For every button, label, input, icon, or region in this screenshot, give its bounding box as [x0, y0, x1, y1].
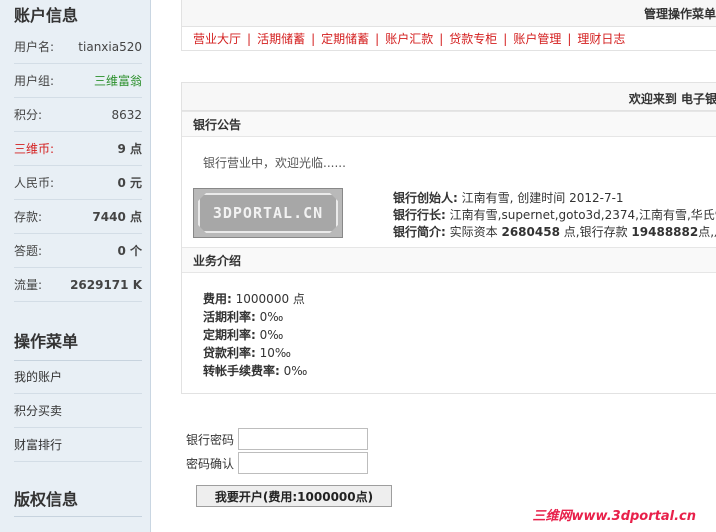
- menu-points-trade[interactable]: 积分买卖: [14, 394, 142, 428]
- top-bar: 管理操作菜单: [181, 0, 716, 27]
- rmb-row: 人民币: 0 元: [14, 166, 142, 200]
- answers-value: 0 个: [117, 244, 142, 258]
- deposit-row: 存款: 7440 点: [14, 200, 142, 234]
- president-value: 江南有雪,supernet,goto3d,2374,江南有雪,华氏91: [449, 208, 716, 222]
- nav-separator: |: [503, 31, 508, 46]
- nav-remittance[interactable]: 账户汇款: [385, 30, 433, 47]
- menu-wealth-rank[interactable]: 财富排行: [14, 428, 142, 462]
- points-value: 8632: [111, 107, 142, 122]
- nav-account-manage[interactable]: 账户管理: [513, 30, 561, 47]
- intro-label: 银行简介:: [393, 225, 446, 239]
- nav-fixed-savings[interactable]: 定期储蓄: [321, 30, 369, 47]
- password-row: 银行密码: [186, 428, 486, 450]
- main-content: 管理操作菜单 营业大厅 | 活期储蓄 | 定期储蓄 | 账户汇款 | 贷款专柜 | 账户管…: [181, 0, 716, 532]
- confirm-label: 密码确认: [186, 456, 235, 471]
- bank-info: 银行创始人: 江南有雪, 创建时间 2012-7-1 银行行长: 江南有雪,su…: [393, 190, 716, 241]
- deposits-value: 19488882: [631, 225, 699, 239]
- usergroup-row: 用户组: 三维富翁: [14, 64, 142, 98]
- password-label: 银行密码: [186, 432, 235, 447]
- business-heading: 业务介绍: [182, 247, 716, 273]
- biz-loan-rate-value: 10‰: [259, 346, 292, 360]
- founder-label: 银行创始人:: [393, 191, 458, 205]
- answers-row: 答题: 0 个: [14, 234, 142, 268]
- president-label: 银行行长:: [393, 208, 446, 222]
- rmb-value: 0 元: [117, 176, 142, 190]
- biz-fixed-rate-value: 0‰: [259, 328, 284, 342]
- top-bar-title: 管理操作菜单: [643, 7, 716, 21]
- nav-lobby[interactable]: 营业大厅: [193, 30, 241, 47]
- copyright-title: 版权信息: [14, 490, 79, 509]
- welcome-text: 欢迎来到 电子银: [628, 92, 716, 106]
- capital-value: 2680458: [501, 225, 560, 239]
- usergroup-label: 用户组:: [14, 74, 55, 88]
- biz-fixed-rate: 定期利率: 0‰: [203, 326, 307, 344]
- nav-separator: |: [375, 31, 380, 46]
- biz-demand-rate: 活期利率: 0‰: [203, 308, 307, 326]
- announcement-heading: 银行公告: [182, 111, 716, 137]
- copyright-divider: [14, 516, 142, 517]
- president-line: 银行行长: 江南有雪,supernet,goto3d,2374,江南有雪,华氏9…: [393, 207, 716, 224]
- biz-demand-rate-value: 0‰: [259, 310, 284, 324]
- confirm-row: 密码确认: [186, 452, 486, 474]
- traffic-row: 流量: 2629171 K: [14, 268, 142, 302]
- biz-fee-label: 费用:: [203, 292, 232, 306]
- traffic-label: 流量:: [14, 278, 43, 292]
- biz-loan-rate: 贷款利率: 10‰: [203, 344, 307, 362]
- biz-fixed-rate-label: 定期利率:: [203, 328, 256, 342]
- traffic-value: 2629171 K: [70, 277, 142, 292]
- bank-panel: 欢迎来到 电子银 银行公告 银行营业中，欢迎光临...... 3DPORTAL.…: [181, 82, 716, 394]
- intro-prefix: 实际资本: [449, 225, 498, 239]
- deposit-label: 存款:: [14, 210, 43, 224]
- nav-demand-savings[interactable]: 活期储蓄: [257, 30, 305, 47]
- open-account-button[interactable]: 我要开户(费用:1000000点): [196, 485, 392, 507]
- answers-label: 答题:: [14, 244, 43, 258]
- deposit-value: 7440 点: [92, 210, 142, 224]
- menu-title: 操作菜单: [14, 332, 79, 351]
- biz-fee: 费用: 1000000 点: [203, 290, 307, 308]
- username-value: tianxia520: [78, 39, 142, 54]
- account-info-title: 账户信息: [14, 6, 79, 25]
- sidebar: 账户信息 用户名: tianxia520 用户组: 三维富翁 积分: 8632 …: [0, 0, 151, 532]
- business-list: 费用: 1000000 点 活期利率: 0‰ 定期利率: 0‰ 贷款利率: 10…: [203, 290, 307, 380]
- biz-transfer-fee-value: 0‰: [283, 364, 308, 378]
- rmb-label: 人民币:: [14, 176, 55, 190]
- nav-bar: 营业大厅 | 活期储蓄 | 定期储蓄 | 账户汇款 | 贷款专柜 | 账户管理 | 理财日志: [181, 27, 716, 51]
- usergroup-value: 三维富翁: [93, 74, 142, 88]
- biz-loan-rate-label: 贷款利率:: [203, 346, 256, 360]
- bank-logo: 3DPORTAL.CN: [193, 188, 343, 238]
- site-watermark: 三维网www.3dportal.cn: [532, 509, 696, 524]
- intro-suffix: 点,月: [698, 225, 716, 239]
- nav-separator: |: [439, 31, 444, 46]
- biz-transfer-fee-label: 转帐手续费率:: [203, 364, 280, 378]
- password-input[interactable]: [238, 428, 368, 450]
- username-label: 用户名:: [14, 40, 55, 54]
- biz-transfer-fee: 转帐手续费率: 0‰: [203, 362, 307, 380]
- announcement-text: 银行营业中，欢迎光临......: [203, 156, 346, 170]
- menu-my-account[interactable]: 我的账户: [14, 360, 142, 394]
- founder-value: 江南有雪, 创建时间 2012-7-1: [461, 191, 624, 205]
- welcome-bar: 欢迎来到 电子银: [182, 83, 716, 111]
- biz-demand-rate-label: 活期利率:: [203, 310, 256, 324]
- coins-label: 三维币:: [14, 142, 55, 156]
- intro-line: 银行简介: 实际资本 2680458 点,银行存款 19488882点,月: [393, 224, 716, 241]
- confirm-password-input[interactable]: [238, 452, 368, 474]
- coins-value: 9 点: [117, 142, 142, 156]
- nav-separator: |: [311, 31, 316, 46]
- nav-separator: |: [567, 31, 572, 46]
- bank-logo-text: 3DPORTAL.CN: [198, 193, 338, 233]
- coins-row: 三维币: 9 点: [14, 132, 142, 166]
- points-row: 积分: 8632: [14, 98, 142, 132]
- username-row: 用户名: tianxia520: [14, 30, 142, 64]
- nav-loans[interactable]: 贷款专柜: [449, 30, 497, 47]
- points-label: 积分:: [14, 108, 43, 122]
- nav-finance-log[interactable]: 理财日志: [577, 30, 625, 47]
- founder-line: 银行创始人: 江南有雪, 创建时间 2012-7-1: [393, 190, 716, 207]
- nav-separator: |: [247, 31, 252, 46]
- biz-fee-value: 1000000 点: [235, 292, 305, 306]
- intro-mid: 点,银行存款: [563, 225, 628, 239]
